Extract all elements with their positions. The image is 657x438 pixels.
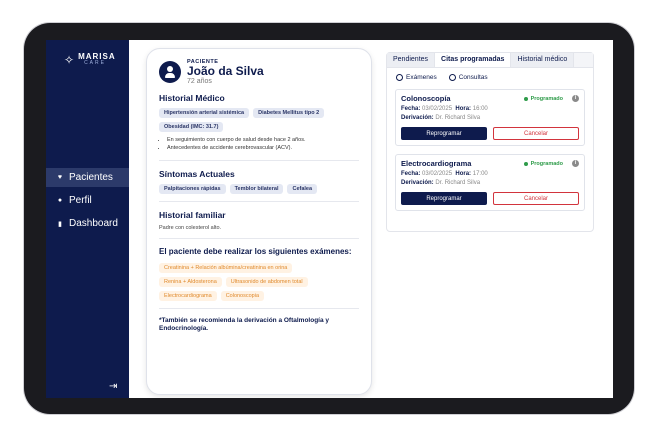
appointment-date-time: Fecha: 03/02/2025 Hora: 16:00 [401, 106, 579, 112]
patient-header: PACIENTE João da Silva 72 años [159, 59, 359, 85]
symptoms-title: Síntomas Actuales [159, 169, 235, 180]
filter-examenes[interactable]: Exámenes [396, 74, 437, 81]
appointment-referral: Derivación: Dr. Richard Silva [401, 115, 579, 121]
status-label: Programado [530, 95, 563, 102]
sidebar-item-perfil[interactable]: ● Perfil [46, 191, 129, 210]
sidebar-nav: ♥ Pacientes ● Perfil ▮ Dashboard [46, 168, 129, 237]
radio-icon[interactable] [396, 74, 403, 81]
appointment-card: Electrocardiograma Programado i Fecha: 0… [395, 154, 585, 211]
exam-tag: Ultrasonido de abdomen total [225, 276, 308, 287]
referral-label: Derivación: [401, 180, 434, 186]
app-screen: ✧ MARISA CARE ♥ Pacientes ● Perfil ▮ Das… [46, 40, 613, 398]
patient-age: 72 años [187, 78, 212, 86]
tab-pendientes[interactable]: Pendientes [387, 53, 436, 67]
history-notes: En seguimiento con cuerpo de salud desde… [167, 137, 359, 153]
time-value: 17:00 [472, 171, 488, 177]
filter-label: Exámenes [406, 74, 437, 81]
status-dot-icon [523, 96, 528, 101]
user-icon: ● [57, 197, 63, 204]
bar-chart-icon: ▮ [58, 220, 62, 228]
status-badge: Programado i [523, 160, 579, 167]
referral-value: Dr. Richard Silva [435, 180, 481, 186]
time-value: 16:00 [472, 106, 488, 112]
heart-icon: ♥ [57, 174, 63, 181]
filter-group: Exámenes Consultas [387, 68, 593, 87]
time-label: Hora: [455, 106, 472, 112]
status-dot-icon [523, 161, 528, 166]
appointment-title: Colonoscopía [401, 94, 451, 103]
sidebar: ✧ MARISA CARE ♥ Pacientes ● Perfil ▮ Das… [46, 40, 129, 398]
filter-label: Consultas [458, 74, 488, 81]
appointments-panel: Pendientes Citas programadas Historial m… [386, 52, 594, 232]
sidebar-item-pacientes[interactable]: ♥ Pacientes [46, 168, 129, 187]
date-value: 03/02/2025 [422, 106, 453, 112]
cancel-button[interactable]: Cancelar [492, 127, 579, 140]
brand-logo: ✧ MARISA CARE [64, 53, 116, 66]
history-tag: Obesidad (IMC: 31.7) [159, 122, 224, 133]
tab-bar: Pendientes Citas programadas Historial m… [387, 53, 593, 68]
family-section: Historial familiar Padre con colesterol … [159, 202, 359, 240]
avatar-icon [159, 61, 181, 84]
appointment-title: Electrocardiograma [401, 159, 472, 168]
info-icon[interactable]: i [572, 95, 579, 102]
footnote: *También se recomienda la derivación a O… [159, 316, 330, 333]
family-title: Historial familiar [159, 210, 226, 221]
exams-section: El paciente debe realizar los siguientes… [159, 239, 359, 309]
exam-tag: Renina + Aldosterona [159, 276, 222, 287]
date-value: 03/02/2025 [422, 171, 453, 177]
tab-historial-medico[interactable]: Historial médico [511, 53, 575, 67]
reschedule-button[interactable]: Reprogramar [401, 127, 487, 140]
radio-icon[interactable] [448, 74, 456, 81]
referral-label: Derivación: [401, 115, 434, 121]
status-badge: Programado i [523, 95, 579, 102]
referral-value: Dr. Richard Silva [435, 115, 481, 121]
status-label: Programado [530, 160, 563, 167]
appointment-card: Colonoscopía Programado i Fecha: 03/02/2… [395, 89, 585, 146]
symptom-tag: Cefalea [287, 184, 318, 195]
symptoms-section: Síntomas Actuales Palpitaciones rápidas … [159, 161, 359, 203]
history-note: Antecedentes de accidente cerebrovascula… [167, 145, 359, 153]
patient-name: João da Silva [187, 64, 264, 78]
time-label: Hora: [455, 171, 472, 177]
logout-icon[interactable]: ⇥ [109, 381, 117, 392]
exam-tag: Electrocardiograma [159, 290, 217, 301]
sidebar-item-label: Perfil [69, 195, 92, 206]
history-note: En seguimiento con cuerpo de salud desde… [167, 137, 359, 145]
tab-citas-programadas[interactable]: Citas programadas [435, 53, 512, 67]
exam-tag: Creatinina + Relación albúmina/creatinin… [159, 262, 293, 273]
history-tag: Hipertensión arterial sistémica [159, 108, 250, 119]
filter-consultas[interactable]: Consultas [448, 74, 488, 81]
sidebar-item-label: Dashboard [69, 218, 118, 229]
date-label: Fecha: [401, 106, 421, 112]
appointment-date-time: Fecha: 03/02/2025 Hora: 17:00 [401, 171, 579, 177]
history-title: Historial Médico [159, 93, 225, 104]
reschedule-button[interactable]: Reprogramar [401, 192, 487, 205]
symptom-tag: Palpitaciones rápidas [159, 184, 226, 195]
star-logo-icon: ✧ [64, 52, 75, 67]
cancel-button[interactable]: Cancelar [492, 192, 579, 205]
history-section: Historial Médico Hipertensión arterial s… [159, 85, 359, 162]
patient-card: PACIENTE João da Silva 72 años Historial… [146, 48, 372, 395]
history-tag: Diabetes Mellitus tipo 2 [253, 108, 325, 119]
exam-tag: Colonoscopia [220, 290, 265, 301]
info-icon[interactable]: i [572, 160, 579, 167]
symptom-tag: Temblor bilateral [229, 184, 284, 195]
brand-sub: CARE [84, 60, 106, 66]
exams-title: El paciente debe realizar los siguientes… [159, 247, 352, 257]
sidebar-item-dashboard[interactable]: ▮ Dashboard [46, 214, 129, 233]
family-text: Padre con colesterol alto. [159, 225, 222, 232]
date-label: Fecha: [401, 171, 421, 177]
footnote-section: *También se recomienda la derivación a O… [159, 309, 359, 342]
appointment-referral: Derivación: Dr. Richard Silva [401, 180, 579, 186]
sidebar-item-label: Pacientes [69, 172, 113, 183]
